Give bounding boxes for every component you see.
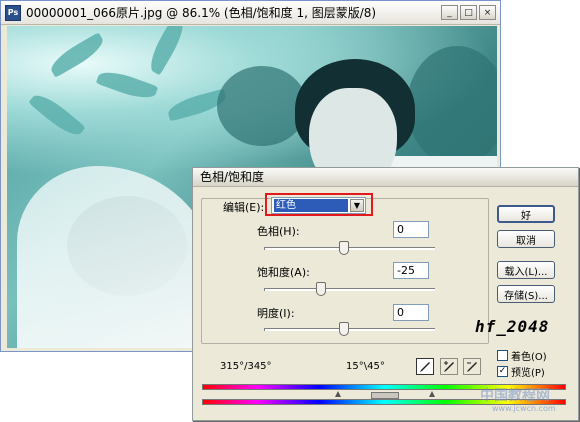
photo-foliage	[217, 66, 307, 146]
hue-slider-thumb[interactable]	[339, 241, 349, 255]
ok-button[interactable]: 好	[497, 205, 555, 223]
watermark-logo: 中国教程网	[480, 388, 550, 404]
edit-label: 编辑(E):	[223, 201, 265, 214]
range-outer-left-handle[interactable]	[335, 391, 341, 397]
range-outer-right-handle[interactable]	[429, 391, 435, 397]
minimize-button[interactable]: _	[441, 5, 458, 20]
maximize-button[interactable]: □	[460, 5, 477, 20]
hue-input[interactable]: 0	[393, 221, 429, 238]
hue-label: 色相(H):	[257, 225, 300, 238]
hue-saturation-dialog: 色相/饱和度 编辑(E): 红色 ▼ 色相(H): 0 饱和度(A): -25 …	[192, 167, 579, 421]
dialog-title[interactable]: 色相/饱和度	[193, 168, 578, 187]
saturation-slider-track[interactable]	[264, 288, 435, 291]
range-center-bar[interactable]	[371, 392, 399, 399]
colorize-option[interactable]: 着色(O)	[497, 348, 547, 363]
photo-veil	[17, 166, 217, 348]
document-title: 00000001_066原片.jpg @ 86.1% (色相/饱和度 1, 图层…	[26, 6, 377, 20]
lightness-input[interactable]: 0	[393, 304, 429, 321]
photoshop-icon: Ps	[5, 4, 21, 21]
saturation-input[interactable]: -25	[393, 262, 429, 279]
hue-slider-track[interactable]	[264, 247, 435, 250]
eyedropper-minus-icon[interactable]	[463, 358, 481, 375]
watermark-url: www.jcwcn.com	[492, 404, 556, 413]
preview-checkbox[interactable]: ✓	[497, 366, 508, 377]
saturation-slider-thumb[interactable]	[316, 282, 326, 296]
colorize-label: 着色(O)	[511, 352, 547, 363]
edit-select-highlight	[265, 193, 373, 216]
cancel-button[interactable]: 取消	[497, 230, 555, 248]
lightness-label: 明度(I):	[257, 307, 295, 320]
range-left-readout: 315°/345°	[220, 361, 272, 372]
lightness-slider-track[interactable]	[264, 328, 435, 331]
colorize-checkbox[interactable]	[497, 350, 508, 361]
close-button[interactable]: ×	[479, 5, 496, 20]
range-adjuster[interactable]	[335, 391, 435, 400]
photo-foliage	[407, 46, 497, 166]
eyedropper-icon[interactable]	[416, 358, 434, 375]
preview-option[interactable]: ✓ 预览(P)	[497, 364, 545, 379]
preview-label: 预览(P)	[511, 368, 545, 379]
saturation-label: 饱和度(A):	[257, 266, 310, 279]
document-title-bar[interactable]: Ps 00000001_066原片.jpg @ 86.1% (色相/饱和度 1,…	[1, 1, 500, 25]
range-right-readout: 15°\45°	[346, 361, 385, 372]
save-button[interactable]: 存储(S)...	[497, 285, 555, 303]
eyedropper-plus-icon[interactable]	[440, 358, 458, 375]
hf-logo: hf_2048	[475, 317, 550, 336]
lightness-slider-thumb[interactable]	[339, 322, 349, 336]
load-button[interactable]: 载入(L)...	[497, 261, 555, 279]
